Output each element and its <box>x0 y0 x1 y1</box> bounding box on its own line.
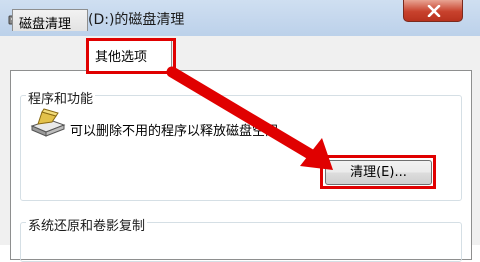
annotation-box-tab <box>86 38 176 74</box>
disk-cleanup-window: 我的软件(D:)的磁盘清理 磁盘清理 其他选项 程序和功能 可以删除不用的程序以… <box>0 0 480 262</box>
annotation-arrow <box>166 66 333 170</box>
annotation-box-button <box>320 155 436 189</box>
